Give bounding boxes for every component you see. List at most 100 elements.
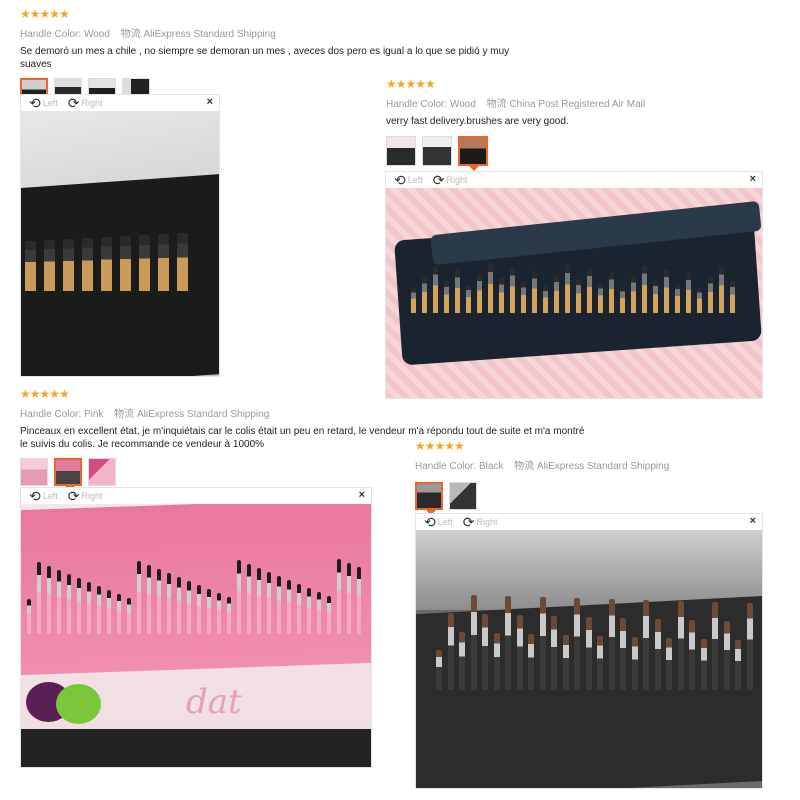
rating-stars: ★★★★★ [386,77,436,91]
thumbnail-strip [386,136,786,171]
makeup-brush [551,616,557,690]
makeup-brush [642,265,647,313]
makeup-brush [307,588,311,634]
makeup-brush [712,602,718,690]
makeup-brush [267,572,271,634]
makeup-brush [470,595,477,690]
makeup-brush [576,279,581,313]
rotate-right-button[interactable]: ⟳ Right [68,489,103,503]
review-text: verry fast delivery.brushes are very goo… [386,116,569,127]
review-2: ★★★★★ Handle Color: Wood 物流 China Post R… [386,77,786,171]
makeup-brush [620,618,626,690]
review-photo: dat [21,504,371,767]
thumbnail[interactable] [449,482,477,510]
makeup-brush [422,277,427,313]
makeup-brush [77,578,81,634]
rotate-left-button[interactable]: ⟲ Left [424,515,453,529]
thumbnail[interactable] [88,458,116,486]
shipping-label: 物流 [514,461,535,472]
rating-stars: ★★★★★ [20,7,70,21]
thumbnail[interactable] [20,458,48,486]
makeup-brush [207,589,211,634]
brush-set [27,549,367,634]
makeup-brush [101,237,112,291]
review-photo [416,530,762,788]
makeup-brush [466,285,471,313]
viewer-toolbar: ⟲ Left ⟳ Right × [21,488,371,504]
makeup-brush [139,235,150,291]
makeup-brush [708,277,713,313]
image-viewer: ⟲ Left ⟳ Right × [20,94,220,377]
rotate-right-button[interactable]: ⟳ Right [68,96,103,110]
close-icon[interactable]: × [750,515,756,527]
makeup-brush [44,240,55,291]
rotate-right-button[interactable]: ⟳ Right [433,173,468,187]
makeup-brush [505,596,511,690]
makeup-brush [543,286,548,313]
makeup-brush [327,596,331,634]
shipping-label: 物流 [486,99,507,110]
makeup-brush [609,272,614,313]
makeup-brush [167,573,171,634]
makeup-brush [488,263,493,313]
image-viewer: ⟲ Left ⟳ Right × [385,171,763,399]
review-meta: Handle Color: Wood 物流 AliExpress Standar… [20,25,540,40]
makeup-brush [516,615,523,690]
makeup-brush [177,577,181,634]
shipping-method: AliExpress Standard Shipping [536,461,670,472]
thumbnail[interactable] [415,482,443,515]
makeup-brush [37,562,41,634]
rating-stars: ★★★★★ [20,387,70,401]
rotate-right-icon: ⟳ [462,514,475,530]
makeup-brush [459,632,465,690]
thumbnail[interactable] [422,136,452,166]
rotate-right-button[interactable]: ⟳ Right [463,515,498,529]
review-text: Se demoró un mes a chile , no siempre se… [20,46,510,70]
makeup-brush [587,268,592,313]
review-meta: Handle Color: Pink 物流 AliExpress Standar… [20,405,590,420]
makeup-sponges [21,674,121,734]
handle-color-label: Handle Color: [386,99,448,110]
makeup-brush [608,599,615,690]
thumbnail[interactable] [458,136,488,171]
makeup-brush [287,580,291,634]
image-viewer: ⟲ Left ⟳ Right × [415,513,763,789]
makeup-brush [97,586,101,634]
makeup-brush [127,598,131,634]
thumbnail-strip [415,482,775,515]
makeup-brush [447,613,454,690]
handle-color-label: Handle Color: [20,29,82,40]
shipping-label: 物流 [120,29,141,40]
rotate-right-icon: ⟳ [67,488,80,504]
rotate-left-button[interactable]: ⟲ Left [394,173,423,187]
makeup-brush [277,576,281,634]
rotate-left-icon: ⟲ [29,488,41,504]
makeup-brush [87,582,91,634]
rotate-left-button[interactable]: ⟲ Left [29,489,58,503]
makeup-brush [532,271,537,313]
handle-color-value: Pink [83,409,104,420]
makeup-brush [107,590,111,634]
close-icon[interactable]: × [207,96,213,108]
review-meta: Handle Color: Black 物流 AliExpress Standa… [415,457,775,472]
makeup-brush [347,563,351,634]
makeup-brush [433,266,438,313]
makeup-brush [237,560,241,634]
thumbnail[interactable] [54,458,82,491]
makeup-brush [257,568,261,634]
rotate-right-icon: ⟳ [67,95,80,111]
close-icon[interactable]: × [750,173,756,185]
brush-set [25,201,219,291]
shipping-label: 物流 [114,409,135,420]
makeup-brush [337,559,341,634]
makeup-brush [574,598,580,690]
makeup-brush [67,574,71,634]
review-4: ★★★★★ Handle Color: Black 物流 AliExpress … [415,440,775,515]
makeup-brush [499,278,504,313]
close-icon[interactable]: × [359,489,365,501]
thumbnail[interactable] [386,136,416,166]
makeup-brush [730,281,735,313]
makeup-brush [247,564,251,634]
rotate-left-button[interactable]: ⟲ Left [29,96,58,110]
shipping-method: AliExpress Standard Shipping [136,409,270,420]
